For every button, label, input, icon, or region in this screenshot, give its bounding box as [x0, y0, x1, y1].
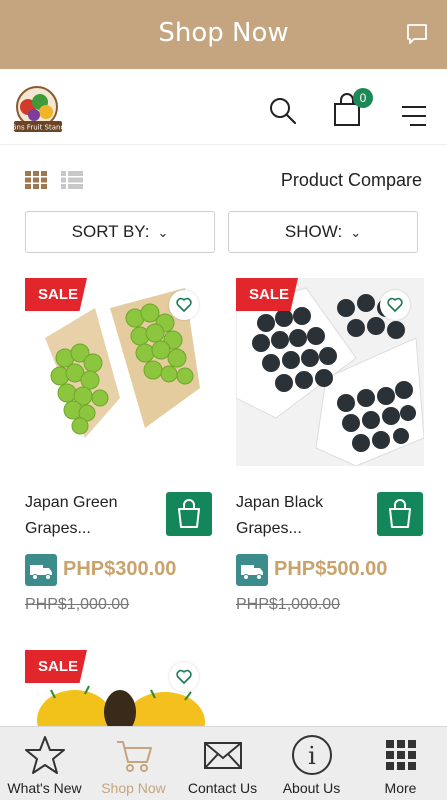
- menu-icon[interactable]: [400, 104, 428, 128]
- product-name[interactable]: Japan Black Grapes...: [236, 490, 366, 542]
- chat-icon[interactable]: [405, 22, 429, 46]
- product-card[interactable]: SALE Japan Black Grapes... PHP$500.00 PH…: [236, 278, 424, 618]
- shopping-cart-icon: [117, 741, 152, 772]
- product-name[interactable]: Japan Green Grapes...: [25, 490, 155, 542]
- nav-about-us[interactable]: i About Us: [267, 727, 356, 801]
- shipping-badge: [236, 554, 268, 586]
- nav-whats-new[interactable]: What's New: [0, 727, 89, 801]
- svg-text:i: i: [308, 742, 316, 770]
- nav-contact-us[interactable]: Contact Us: [178, 727, 267, 801]
- page-title: Shop Now: [158, 18, 289, 48]
- heart-icon: [387, 297, 403, 312]
- sale-badge: SALE: [236, 278, 298, 311]
- delivery-truck-icon: [241, 565, 263, 580]
- product-card[interactable]: SALE Japan Green Grapes... PHP$300.00 PH…: [25, 278, 213, 618]
- grid-view-icon[interactable]: [25, 171, 47, 189]
- top-bar: Shop Now: [0, 0, 447, 69]
- product-compare-link[interactable]: Product Compare: [281, 170, 422, 191]
- envelope-icon: [204, 742, 242, 769]
- delivery-truck-icon: [30, 565, 52, 580]
- wishlist-button[interactable]: [380, 290, 410, 320]
- sort-by-dropdown[interactable]: SORT BY: ⌄: [25, 211, 215, 253]
- svg-text:Gns Fruit Stand: Gns Fruit Stand: [11, 124, 65, 132]
- sale-badge: SALE: [25, 650, 87, 683]
- wishlist-button[interactable]: [169, 290, 199, 320]
- sale-badge: SALE: [25, 278, 87, 311]
- add-to-cart-button[interactable]: [166, 492, 212, 536]
- chevron-down-icon: ⌄: [157, 225, 169, 240]
- app-header: Gns Fruit Stand: [0, 69, 447, 145]
- add-to-cart-button[interactable]: [377, 492, 423, 536]
- store-logo[interactable]: Gns Fruit Stand: [10, 85, 66, 135]
- product-card[interactable]: SALE: [25, 650, 213, 726]
- nav-label: Shop Now: [101, 780, 166, 796]
- nav-label: About Us: [282, 780, 341, 796]
- view-options-row: Product Compare: [0, 160, 447, 200]
- original-price: PHP$1,000.00: [25, 596, 130, 613]
- nav-label: More: [384, 780, 417, 796]
- heart-icon: [176, 669, 192, 684]
- nav-label: What's New: [7, 780, 82, 796]
- heart-icon: [176, 297, 192, 312]
- cart-count-badge: 0: [353, 88, 373, 108]
- sort-by-label: SORT BY:: [71, 222, 150, 241]
- shopping-bag-icon: [178, 499, 200, 528]
- show-label: SHOW:: [284, 222, 343, 241]
- original-price: PHP$1,000.00: [236, 596, 341, 613]
- nav-shop-now[interactable]: Shop Now: [89, 727, 178, 801]
- star-icon: [25, 736, 65, 774]
- chevron-down-icon: ⌄: [350, 225, 362, 240]
- bottom-nav: What's New Shop Now Contact Us i About U…: [0, 726, 447, 800]
- search-icon[interactable]: [268, 96, 298, 126]
- shipping-badge: [25, 554, 57, 586]
- show-dropdown[interactable]: SHOW: ⌄: [228, 211, 418, 253]
- nav-more[interactable]: More: [356, 727, 445, 801]
- info-icon: i: [292, 735, 332, 775]
- list-view-icon[interactable]: [61, 171, 83, 189]
- wishlist-button[interactable]: [169, 662, 199, 692]
- product-price: PHP$300.00: [63, 558, 177, 580]
- shopping-bag-icon: [389, 499, 411, 528]
- nav-label: Contact Us: [187, 780, 258, 796]
- grid-menu-icon: [386, 740, 416, 770]
- product-price: PHP$500.00: [274, 558, 388, 580]
